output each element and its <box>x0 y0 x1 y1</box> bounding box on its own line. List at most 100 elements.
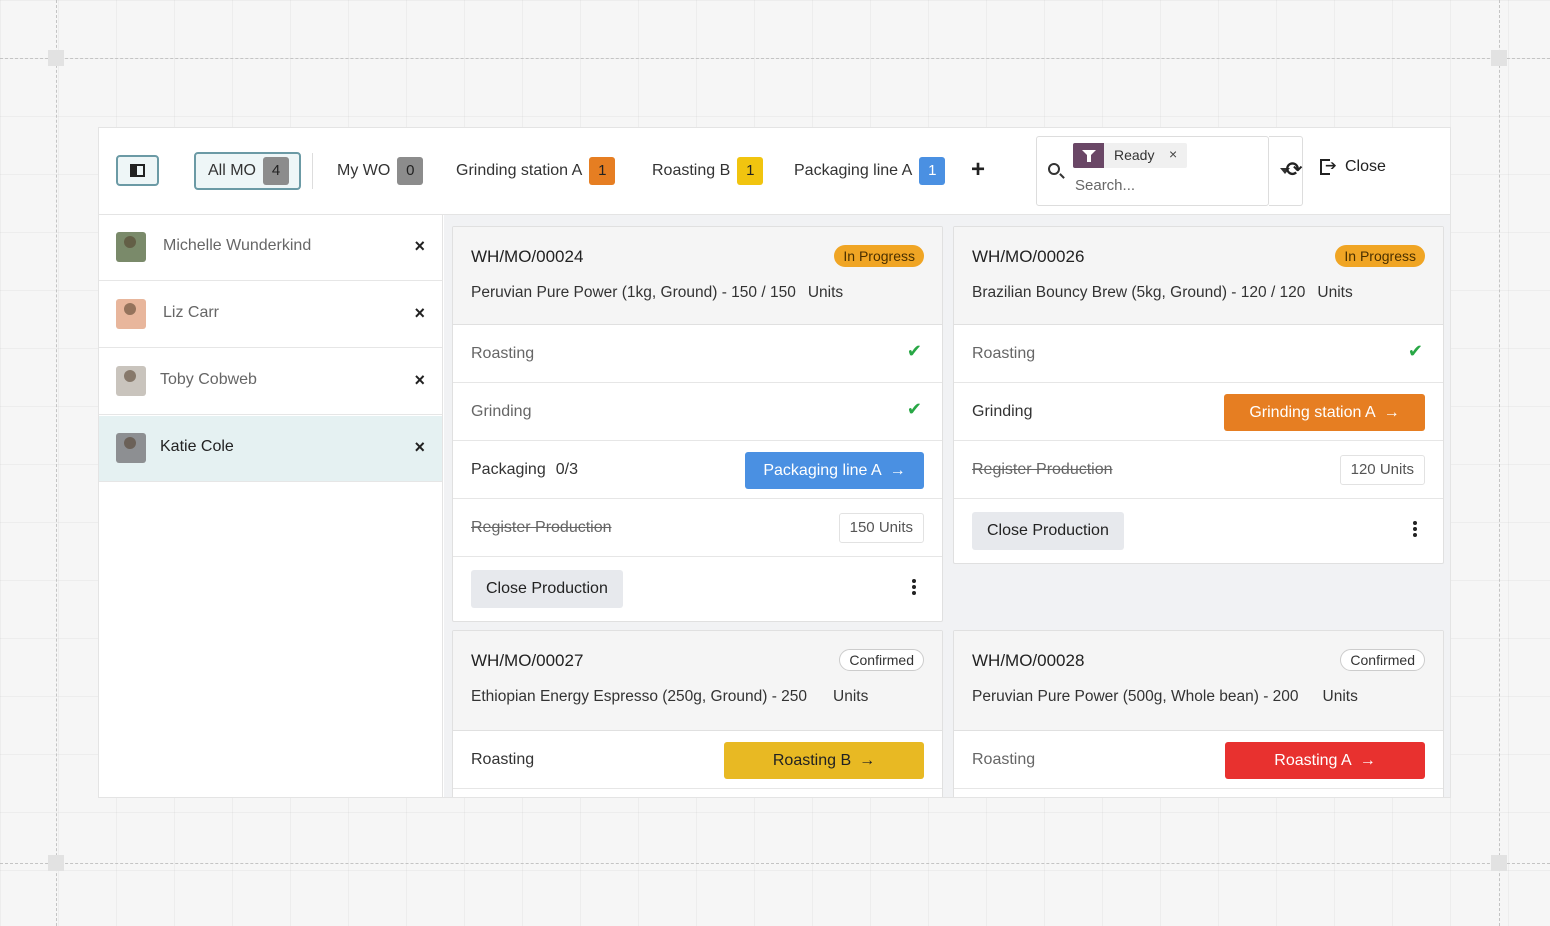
avatar <box>116 433 146 463</box>
remove-employee-button[interactable]: × <box>414 303 425 324</box>
card-header[interactable]: WH/MO/00027 Confirmed Ethiopian Energy E… <box>453 631 942 731</box>
mo-reference: WH/MO/00028 <box>972 651 1085 670</box>
card-footer: Close Production <box>954 499 1443 563</box>
guide-line <box>1499 0 1500 926</box>
tab-label: Roasting B <box>652 162 731 179</box>
guide-handle <box>48 50 64 66</box>
close-button[interactable]: Close <box>1320 157 1386 176</box>
workcenter-button[interactable]: Roasting A → <box>1225 742 1425 779</box>
workcenter-button-label: Grinding station A <box>1249 404 1376 421</box>
status-badge: In Progress <box>1335 245 1425 267</box>
exit-icon <box>1320 157 1338 175</box>
tab-my-wo[interactable]: My WO 0 <box>337 152 424 190</box>
check-icon: ✔ <box>1407 341 1423 361</box>
product-name: Peruvian Pure Power (1kg, Ground) - 150 … <box>471 284 796 301</box>
workorder-row[interactable]: Grinding Grinding station A → <box>954 383 1443 441</box>
guide-line <box>0 863 1550 864</box>
workorder-label: Register Production <box>471 519 612 536</box>
guide-handle <box>1491 855 1507 871</box>
workorder-name: Packaging <box>471 461 546 478</box>
add-workcenter-button[interactable]: + <box>971 158 985 182</box>
workcenter-button[interactable]: Packaging line A → <box>745 452 924 489</box>
employee-panel: Michelle Wunderkind × Liz Carr × Toby Co… <box>99 215 443 797</box>
tab-label: Grinding station A <box>456 162 583 179</box>
workorder-row[interactable]: Roasting Roasting A → <box>954 731 1443 789</box>
filter-icon <box>1073 143 1104 168</box>
workorder-row[interactable]: Grinding ✔ <box>453 383 942 441</box>
mo-reference: WH/MO/00024 <box>471 247 584 266</box>
tab-packaging-line-a[interactable]: Packaging line A 1 <box>794 152 946 190</box>
tab-label: All MO <box>208 162 256 179</box>
workcenter-button-label: Roasting B <box>772 752 852 769</box>
workcenter-button[interactable]: Grinding station A → <box>1224 394 1425 431</box>
status-badge: Confirmed <box>839 649 924 671</box>
tab-count-badge: 1 <box>737 157 764 185</box>
more-options-icon[interactable] <box>912 579 916 595</box>
guide-handle <box>1491 50 1507 66</box>
product-line: Brazilian Bouncy Brew (5kg, Ground) - 12… <box>972 284 1353 302</box>
refresh-icon[interactable]: ⟳ <box>1283 159 1305 181</box>
workorder-row[interactable]: Roasting ✔ <box>453 325 942 383</box>
tab-grinding-station-a[interactable]: Grinding station A 1 <box>456 152 616 190</box>
employee-name: Liz Carr <box>163 304 220 321</box>
register-production-row[interactable]: Register Production 150 Units <box>453 499 942 557</box>
close-production-button[interactable]: Close Production <box>471 570 623 608</box>
employee-item[interactable]: Toby Cobweb × <box>99 349 442 415</box>
workorder-qty: 0/3 <box>555 461 578 478</box>
production-cards: WH/MO/00024 In Progress Peruvian Pure Po… <box>444 215 1450 797</box>
workorder-row[interactable]: Packaging 0/3 Packaging line A → <box>453 441 942 499</box>
tab-count-badge: 0 <box>397 157 424 185</box>
workorder-label: Register Production <box>972 461 1113 478</box>
product-unit: Units <box>1322 688 1358 705</box>
employee-item[interactable]: Liz Carr × <box>99 282 442 348</box>
more-options-icon[interactable] <box>1413 521 1417 537</box>
units-field: 120 Units <box>1339 455 1425 485</box>
product-line: Peruvian Pure Power (1kg, Ground) - 150 … <box>471 284 843 302</box>
status-badge: In Progress <box>834 245 924 267</box>
plus-icon: + <box>971 156 986 183</box>
employee-name: Katie Cole <box>160 438 234 455</box>
workorder-row[interactable]: Roasting ✔ <box>954 325 1443 383</box>
mo-reference: WH/MO/00026 <box>972 247 1085 266</box>
remove-facet-button[interactable]: × <box>1169 146 1177 162</box>
workorder-label: Roasting <box>972 345 1036 362</box>
shop-floor-app: All MO 4 My WO 0 Grinding station A 1 Ro… <box>98 127 1451 798</box>
check-icon: ✔ <box>906 399 922 419</box>
product-unit: Units <box>833 688 869 705</box>
toggle-panel-button[interactable] <box>116 155 159 186</box>
employee-name: Michelle Wunderkind <box>163 237 312 254</box>
workorder-label: Roasting <box>471 345 535 362</box>
tab-all-mo[interactable]: All MO 4 <box>194 152 301 190</box>
workcenter-button[interactable]: Roasting B → <box>724 742 924 779</box>
card-header[interactable]: WH/MO/00024 In Progress Peruvian Pure Po… <box>453 227 942 325</box>
employee-item[interactable]: Michelle Wunderkind × <box>99 215 442 281</box>
register-production-row[interactable]: Register Production 120 Units <box>954 441 1443 499</box>
product-line: Ethiopian Energy Espresso (250g, Ground)… <box>471 688 868 706</box>
tab-label: Packaging line A <box>794 162 913 179</box>
product-line: Peruvian Pure Power (500g, Whole bean) -… <box>972 688 1358 706</box>
search-panel[interactable]: Ready × Search... <box>1036 136 1269 206</box>
workorder-label: Roasting <box>471 751 535 768</box>
guide-handle <box>48 855 64 871</box>
workorder-label: Packaging 0/3 <box>471 461 578 479</box>
workorder-row[interactable]: Roasting Roasting B → <box>453 731 942 789</box>
card-header[interactable]: WH/MO/00026 In Progress Brazilian Bouncy… <box>954 227 1443 325</box>
control-panel: All MO 4 My WO 0 Grinding station A 1 Ro… <box>99 128 1450 215</box>
arrow-right-icon: → <box>1383 404 1400 421</box>
close-production-button[interactable]: Close Production <box>972 512 1124 550</box>
remove-employee-button[interactable]: × <box>414 370 425 391</box>
units-field: 150 Units <box>838 513 924 543</box>
search-input[interactable]: Search... <box>1075 177 1135 194</box>
mo-card: WH/MO/00026 In Progress Brazilian Bouncy… <box>953 226 1444 564</box>
remove-employee-button[interactable]: × <box>414 236 425 257</box>
workcenter-button-label: Roasting A <box>1274 752 1352 769</box>
close-label: Close <box>1345 158 1386 175</box>
arrow-right-icon: → <box>859 752 876 769</box>
sidebar-toggle-icon <box>130 164 145 177</box>
employee-item-active[interactable]: Katie Cole × <box>99 416 442 482</box>
remove-employee-button[interactable]: × <box>414 437 425 458</box>
card-header[interactable]: WH/MO/00028 Confirmed Peruvian Pure Powe… <box>954 631 1443 731</box>
tab-label: My WO <box>337 162 391 179</box>
mo-card: WH/MO/00028 Confirmed Peruvian Pure Powe… <box>953 630 1444 797</box>
tab-roasting-b[interactable]: Roasting B 1 <box>652 152 764 190</box>
